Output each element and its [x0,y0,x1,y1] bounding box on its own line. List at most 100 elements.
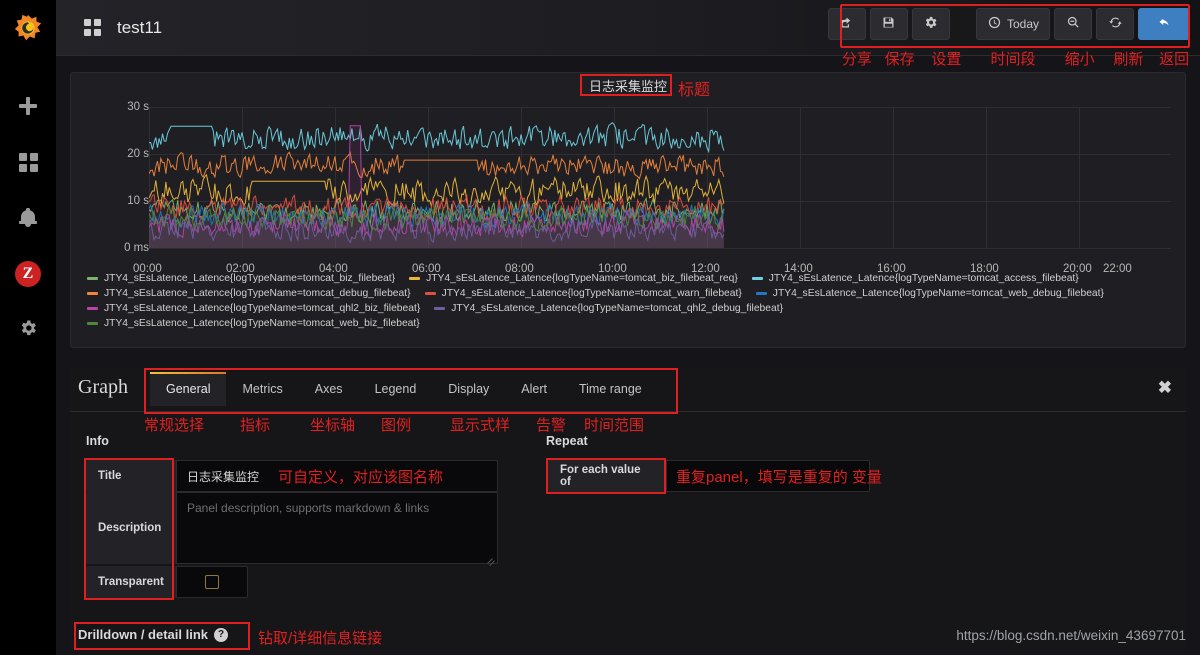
gear-icon [18,318,38,343]
title-field-label: Title [86,460,176,492]
anno-time-range: 时间段 [990,51,1036,68]
panel-title-annotation: 标题 [678,82,711,99]
editor-title: Graph [78,376,128,398]
legend-color-swatch [755,292,767,295]
legend-item[interactable]: JTY4_sEsLatence_Latence{logTypeName=tomc… [87,303,420,314]
anno-alert: 告警 [536,417,567,434]
anno-axes: 坐标轴 [310,417,356,434]
legend-color-swatch [424,292,436,295]
transparent-field-row: Transparent [86,566,248,598]
tab-alert[interactable]: Alert [505,372,563,406]
drilldown-annotation: 钻取/详细信息链接 [258,630,383,647]
tab-time-range[interactable]: Time range [563,372,658,406]
gear-icon [923,15,938,33]
drilldown-section[interactable]: Drilldown / detail link ? [78,627,229,642]
anno-display: 显示式样 [450,417,511,434]
legend-item[interactable]: JTY4_sEsLatence_Latence{logTypeName=tomc… [755,288,1104,299]
legend-label: JTY4_sEsLatence_Latence{logTypeName=tomc… [772,288,1104,299]
refresh-icon [1108,15,1123,33]
sidebar-item-dashboards[interactable] [0,134,56,190]
y-tick-label: 20 s [127,148,149,160]
tab-metrics[interactable]: Metrics [226,372,298,406]
dashboard-toolbar: Today [827,8,1190,40]
legend-item[interactable]: JTY4_sEsLatence_Latence{logTypeName=tomc… [434,303,783,314]
legend-color-swatch [87,292,98,295]
legend-label: JTY4_sEsLatence_Latence{logTypeName=tomc… [451,303,784,314]
tab-general[interactable]: General [150,372,227,406]
chart-series-lines [149,122,725,248]
legend-label: JTY4_sEsLatence_Latence{logTypeName=tomc… [104,273,396,284]
legend-color-swatch [87,322,98,325]
save-button[interactable] [869,8,908,40]
legend-item[interactable]: JTY4_sEsLatence_Latence{logTypeName=tomc… [87,273,395,284]
legend-item[interactable]: JTY4_sEsLatence_Latence{logTypeName=tomc… [87,288,411,299]
sidebar-item-alerting[interactable] [0,190,56,246]
description-textarea[interactable]: Panel description, supports markdown & l… [176,492,498,564]
y-tick-label: 10 s [127,195,149,207]
info-section-label: Info [86,434,109,448]
anno-general: 常规选择 [144,417,205,434]
legend-label: JTY4_sEsLatence_Latence{logTypeName=tomc… [426,273,738,284]
grafana-logo-icon[interactable] [0,0,56,56]
toolbar-annotations: 分享 保存 设置 时间段 缩小 刷新 返回 [836,48,1196,69]
bell-icon [19,208,37,228]
grid-icon [18,152,38,172]
left-sidebar: Z [0,0,56,655]
avatar: Z [15,261,41,287]
legend-row: JTY4_sEsLatence_Latence{logTypeName=tomc… [87,318,1181,329]
legend-item[interactable]: JTY4_sEsLatence_Latence{logTypeName=tomc… [87,318,420,329]
time-range-label: Today [1006,17,1039,31]
panel-title[interactable]: 日志采集监控 [71,76,1185,95]
legend-color-swatch [751,277,763,280]
tab-legend[interactable]: Legend [359,372,433,406]
anno-save: 保存 [884,51,915,68]
sidebar-item-user-profile[interactable]: Z [0,246,56,302]
sidebar-item-configuration[interactable] [0,302,56,358]
legend-label: JTY4_sEsLatence_Latence{logTypeName=tomc… [104,303,421,314]
repeat-field-label: For each value of [548,460,666,492]
anno-zoom-out: 缩小 [1064,51,1095,68]
legend-item[interactable]: JTY4_sEsLatence_Latence{logTypeName=tomc… [751,273,1079,284]
legend-label: JTY4_sEsLatence_Latence{logTypeName=tomc… [104,288,411,299]
title-field-annotation: 可自定义，对应该图名称 [278,469,444,486]
transparent-checkbox-wrap[interactable] [176,566,248,598]
dashboard-grid-icon [84,19,101,36]
legend-color-swatch [434,307,446,310]
anno-back: 返回 [1159,51,1190,68]
legend-color-swatch [87,307,98,310]
legend-item[interactable]: JTY4_sEsLatence_Latence{logTypeName=tomc… [409,273,738,284]
sidebar-item-create-add[interactable] [0,78,56,134]
legend-label: JTY4_sEsLatence_Latence{logTypeName=tomc… [768,273,1079,284]
repeat-field-annotation: 重复panel，填写是重复的 变量 [676,469,882,486]
editor-header: Graph General Metrics Axes Legend Displa… [70,366,1186,412]
settings-button[interactable] [911,8,950,40]
share-button[interactable] [827,8,866,40]
tab-display[interactable]: Display [432,372,505,406]
back-button[interactable] [1138,8,1190,40]
anno-refresh: 刷新 [1113,51,1144,68]
y-tick-label: 0 ms [124,242,149,254]
resize-handle-icon[interactable] [487,553,495,561]
share-icon [839,15,854,33]
zoom-out-button[interactable] [1054,8,1092,40]
transparent-field-label: Transparent [86,566,176,598]
clock-icon [987,15,1002,33]
save-icon [881,15,896,33]
tab-axes[interactable]: Axes [299,372,359,406]
close-editor-button[interactable]: ✖ [1158,378,1172,398]
plus-icon [19,97,37,115]
watermark: https://blog.csdn.net/weixin_43697701 [956,628,1186,643]
chart-plot-area: 30 s 20 s 10 s 0 ms 00:00 02:00 04:00 06… [71,95,1187,285]
time-range-button[interactable]: Today [975,8,1050,40]
legend-item[interactable]: JTY4_sEsLatence_Latence{logTypeName=tomc… [424,288,742,299]
arrow-back-icon [1157,15,1172,33]
legend-row: JTY4_sEsLatence_Latence{logTypeName=tomc… [87,288,1181,299]
refresh-button[interactable] [1096,8,1134,40]
transparent-checkbox[interactable] [205,575,219,589]
anno-time-range: 时间范围 [584,417,645,434]
drilldown-label: Drilldown / detail link [78,627,209,642]
repeat-section-label: Repeat [546,434,588,448]
anno-settings: 设置 [931,51,962,68]
page-title: test11 [117,17,163,37]
help-icon[interactable]: ? [214,627,229,642]
